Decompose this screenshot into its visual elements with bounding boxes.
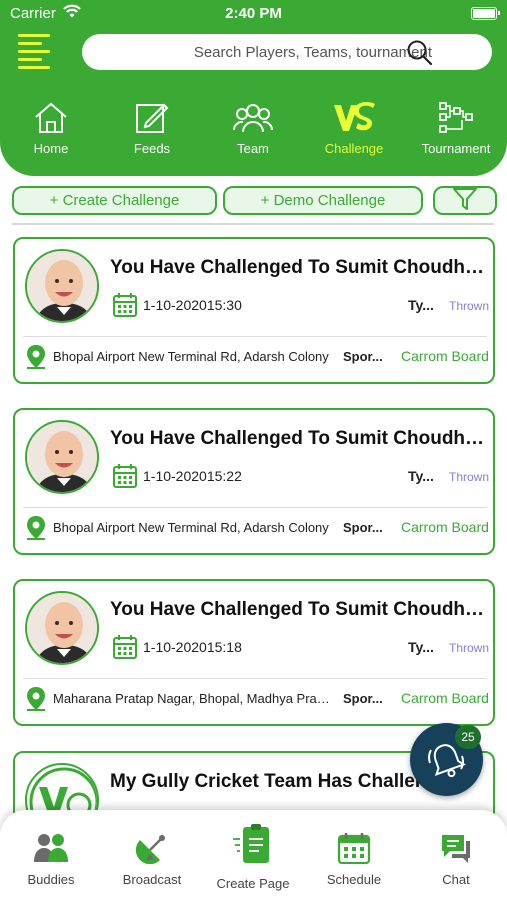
sport-label: Spor... [343,691,383,706]
location-pin-icon [25,344,47,375]
nav-home-label: Home [33,141,69,156]
nav-tournament[interactable]: Tournament [406,100,506,156]
sport-value: Carrom Board [401,519,489,535]
nav-tournament-label: Tournament [421,141,491,156]
calendar-icon [112,634,138,665]
nav-team-label: Team [237,141,269,156]
vs-icon [304,100,404,136]
list-divider [12,223,494,225]
type-value: Thrown [449,470,490,484]
avatar [25,249,99,323]
card-divider [23,507,487,508]
location-text: Maharana Pratap Nagar, Bhopal, Madhya Pr… [53,691,337,706]
battery-icon [471,7,500,20]
type-label: Ty... [408,639,434,655]
card-divider [23,336,487,337]
create-page-icon [203,824,303,868]
chat-icon [406,830,506,864]
location-text: Bhopal Airport New Terminal Rd, Adarsh C… [53,520,329,535]
tab-broadcast-label: Broadcast [122,872,182,887]
sport-label: Spor... [343,349,383,364]
top-header: Carrier 2:40 PM Home Feeds [0,0,507,176]
calendar-icon [304,830,404,864]
tab-schedule[interactable]: Schedule [304,830,404,887]
nav-feeds[interactable]: Feeds [102,100,202,156]
location-pin-icon [25,686,47,717]
buddies-icon [1,830,101,864]
location-pin-icon [25,515,47,546]
calendar-icon [112,292,138,323]
notification-count-badge: 25 [455,725,481,749]
bottom-tab-bar: Buddies Broadcast Create Page Schedule C… [0,810,507,900]
sport-label: Spor... [343,520,383,535]
challenge-datetime: 1-10-202015:22 [143,468,242,484]
sport-value: Carrom Board [401,690,489,706]
search-bar[interactable] [82,34,492,70]
nav-team[interactable]: Team [203,100,303,156]
home-icon [1,100,101,136]
calendar-icon [112,463,138,494]
challenge-card[interactable]: You Have Challenged To Sumit Choudhary 1… [13,237,495,384]
nav-challenge[interactable]: Challenge [304,100,404,156]
type-label: Ty... [408,468,434,484]
search-icon[interactable] [406,39,434,72]
tab-buddies[interactable]: Buddies [1,830,101,887]
nav-challenge-label: Challenge [324,141,384,156]
edit-icon [102,100,202,136]
challenge-card[interactable]: You Have Challenged To Sumit Choudhary 1… [13,408,495,555]
tab-chat-label: Chat [442,872,470,887]
filter-icon [453,187,477,214]
clock: 2:40 PM [225,5,282,22]
top-nav: Home Feeds Team Challenge Tournament [0,100,507,160]
card-title: You Have Challenged To Sumit Choudhary [110,428,485,449]
type-value: Thrown [449,641,490,655]
nav-home[interactable]: Home [1,100,101,156]
type-value: Thrown [449,299,490,313]
card-title: You Have Challenged To Sumit Choudhary [110,599,485,620]
team-icon [203,100,303,136]
nav-feeds-label: Feeds [133,141,171,156]
challenge-actions: + Create Challenge + Demo Challenge [12,186,497,216]
type-label: Ty... [408,297,434,313]
location-text: Bhopal Airport New Terminal Rd, Adarsh C… [53,349,329,364]
bracket-icon [406,100,506,136]
tab-chat[interactable]: Chat [406,830,506,887]
avatar [25,591,99,665]
tab-create-page[interactable]: Create Page [203,824,303,891]
challenge-datetime: 1-10-202015:18 [143,639,242,655]
tab-buddies-label: Buddies [27,872,75,887]
filter-button[interactable] [433,186,497,215]
tab-create-page-label: Create Page [216,876,290,891]
sport-value: Carrom Board [401,348,489,364]
card-divider [23,678,487,679]
status-bar: Carrier 2:40 PM [0,0,507,28]
card-title: You Have Challenged To Sumit Choudhary [110,257,485,278]
challenge-datetime: 1-10-202015:30 [143,297,242,313]
search-input[interactable] [102,34,432,70]
hamburger-menu-button[interactable] [18,34,50,70]
challenge-card[interactable]: You Have Challenged To Sumit Choudhary 1… [13,579,495,726]
satellite-icon [102,830,202,864]
tab-broadcast[interactable]: Broadcast [102,830,202,887]
create-challenge-button[interactable]: + Create Challenge [12,186,217,215]
avatar [25,420,99,494]
tab-schedule-label: Schedule [326,872,382,887]
demo-challenge-button[interactable]: + Demo Challenge [223,186,423,215]
